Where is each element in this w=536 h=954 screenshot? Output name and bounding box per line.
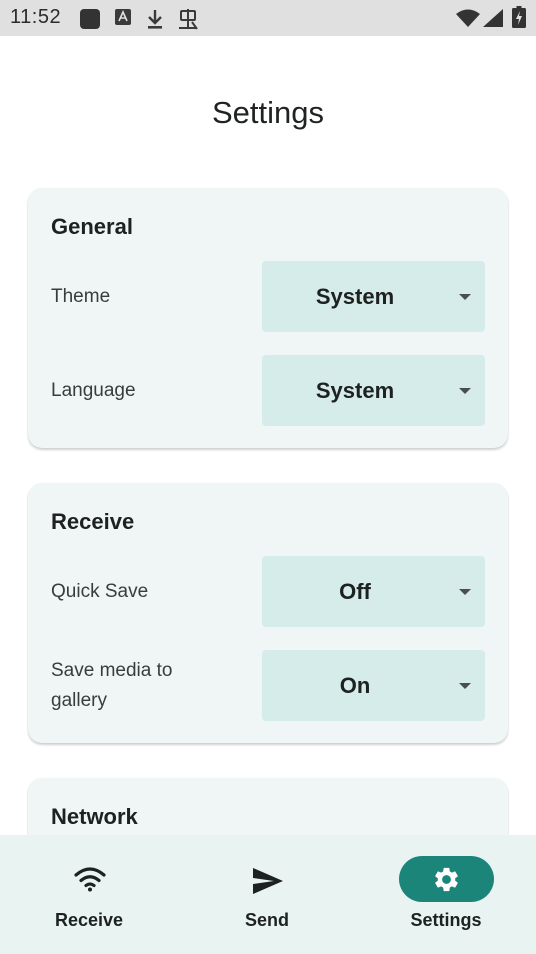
- wifi-icon: [74, 867, 106, 892]
- status-time: 11:52: [10, 6, 62, 28]
- nav-label-settings: Settings: [410, 910, 482, 930]
- nav-item-receive[interactable]: Receive: [0, 835, 178, 954]
- bug-icon: [179, 9, 198, 30]
- status-bar: 11:52: [0, 0, 536, 36]
- caret-down-icon: [459, 294, 471, 300]
- nav-item-send[interactable]: Send: [178, 835, 356, 954]
- theme-dropdown[interactable]: System: [262, 261, 485, 332]
- theme-dropdown-value: System: [315, 284, 395, 309]
- bottom-navigation-bar: Receive Send Settings: [0, 835, 536, 954]
- card-title-general: General: [51, 214, 133, 239]
- gear-icon: [435, 867, 458, 892]
- save-media-dropdown[interactable]: On: [262, 650, 485, 721]
- page-title: Settings: [211, 95, 324, 130]
- caret-down-icon: [459, 683, 471, 689]
- send-icon: [253, 868, 283, 894]
- settings-card-receive: Receive Quick Save Off Save media to gal…: [28, 483, 508, 743]
- caret-down-icon: [459, 589, 471, 595]
- nav-item-settings[interactable]: Settings: [357, 835, 535, 954]
- quick-save-dropdown-value: Off: [339, 579, 371, 604]
- app-notification-icon: [80, 9, 100, 29]
- caret-down-icon: [459, 388, 471, 394]
- card-title-network: Network: [51, 804, 138, 829]
- nav-label-send: Send: [244, 910, 289, 930]
- setting-label-quick-save: Quick Save: [51, 581, 149, 602]
- cell-signal-icon: [483, 9, 503, 27]
- quick-save-dropdown[interactable]: Off: [262, 556, 485, 627]
- setting-label-save-media: Save media to gallery: [51, 660, 173, 711]
- download-icon: [148, 10, 162, 29]
- settings-card-general: General Theme System Language System: [28, 188, 508, 448]
- save-media-dropdown-value: On: [339, 673, 371, 698]
- setting-label-language: Language: [51, 380, 136, 401]
- battery-icon: [512, 6, 526, 28]
- text-a-icon: [115, 9, 131, 25]
- language-dropdown[interactable]: System: [262, 355, 485, 426]
- language-dropdown-value: System: [315, 378, 395, 403]
- setting-label-theme: Theme: [51, 286, 111, 307]
- wifi-signal-icon: [456, 9, 480, 27]
- card-title-receive: Receive: [51, 509, 135, 534]
- nav-label-receive: Receive: [54, 910, 124, 930]
